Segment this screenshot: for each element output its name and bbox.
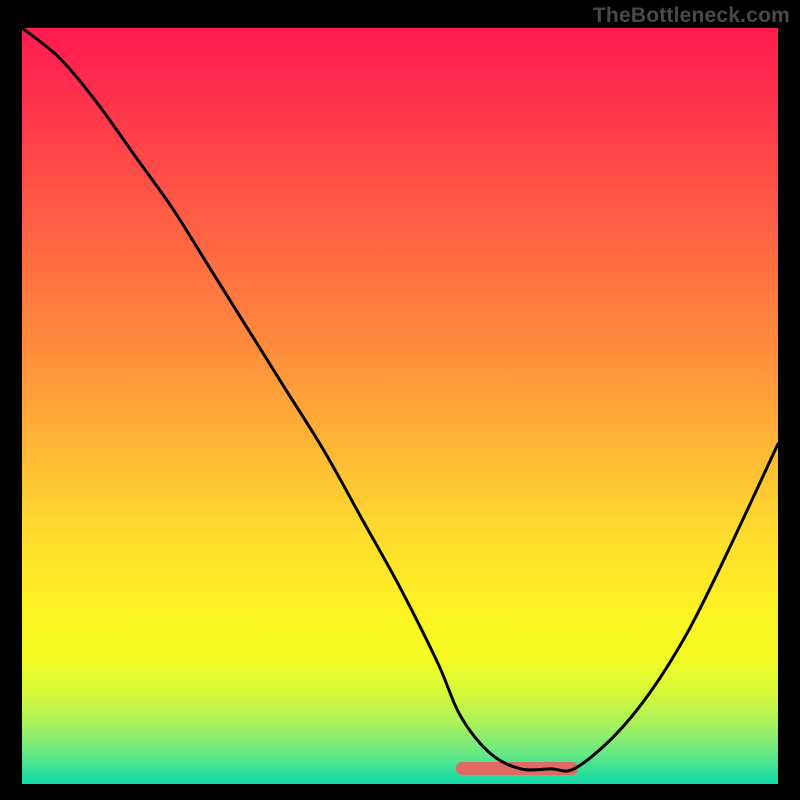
bottleneck-curve bbox=[22, 28, 778, 784]
chart-container: TheBottleneck.com bbox=[0, 0, 800, 800]
watermark-text: TheBottleneck.com bbox=[593, 4, 790, 28]
plot-area bbox=[22, 28, 778, 784]
